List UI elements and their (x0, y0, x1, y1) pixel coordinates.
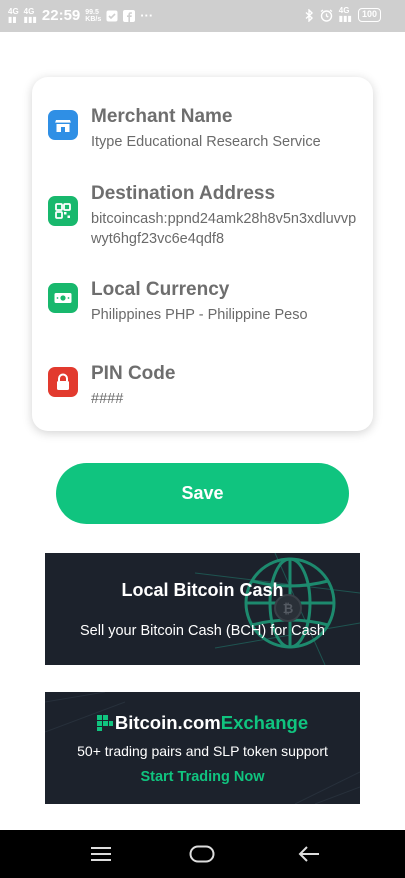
pin-code-value: #### (91, 391, 124, 407)
speed-value: 99.5 (85, 8, 99, 16)
bluetooth-icon (305, 8, 313, 22)
signal-2-icon: 4G ▮▮▮ (23, 6, 37, 24)
qr-code-icon (48, 196, 78, 226)
destination-address-value: bitcoincash:ppnd24amk28h8v5n3xdluvvpwyt6… (91, 211, 357, 247)
pin-code-title: PIN Code (91, 363, 176, 384)
signal-right-icon: 4G ▮▮▮ (338, 6, 352, 23)
money-icon (48, 283, 78, 313)
facebook-icon (123, 9, 136, 22)
exchange-subtitle: 50+ trading pairs and SLP token support (77, 743, 328, 759)
globe-bitcoin-icon: ₿ (194, 553, 360, 665)
bitcoin-com-exchange-banner[interactable]: Bitcoin.comExchange 50+ trading pairs an… (45, 692, 360, 804)
home-icon (189, 845, 215, 863)
clock: 22:59 (41, 7, 81, 24)
network-2-label: 4G (23, 6, 35, 16)
home-button[interactable] (172, 830, 232, 878)
signal-1-icon: 4G ▮▮ (8, 6, 19, 24)
back-button[interactable] (279, 830, 339, 878)
back-arrow-icon (298, 846, 319, 862)
menu-button[interactable] (71, 830, 131, 878)
network-right-label: 4G (338, 6, 350, 15)
exchange-brand: Bitcoin.com (114, 712, 221, 733)
local-currency-title: Local Currency (91, 279, 230, 300)
destination-address-title: Destination Address (91, 183, 276, 204)
battery-icon: 100 (357, 8, 381, 22)
store-icon (48, 110, 78, 140)
check-notification-icon (106, 10, 118, 21)
exchange-brand-accent: Exchange (220, 712, 309, 733)
local-bitcoin-cash-banner[interactable]: ₿ Local Bitcoin Cash Sell your Bitcoin C… (45, 553, 360, 665)
local-bitcoin-cash-subtitle: Sell your Bitcoin Cash (BCH) for Cash (80, 623, 325, 639)
menu-icon (91, 847, 111, 861)
more-notifications-icon: ··· (140, 8, 154, 23)
navigation-bar (0, 830, 405, 878)
exchange-logo-icon (96, 715, 113, 731)
lock-icon (48, 367, 78, 397)
merchant-settings-card: Merchant Name Itype Educational Research… (32, 77, 373, 431)
alarm-icon (320, 8, 333, 22)
network-1-label: 4G (8, 6, 19, 16)
network-speed: 99.5 KB/s (85, 9, 101, 23)
svg-text:₿: ₿ (283, 602, 294, 617)
save-button[interactable]: Save (56, 463, 349, 524)
merchant-name-value: Itype Educational Research Service (91, 134, 321, 150)
merchant-name-title: Merchant Name (91, 106, 233, 127)
speed-unit: KB/s (85, 15, 102, 23)
status-bar: 4G ▮▮ 4G ▮▮▮ 22:59 99.5 KB/s ··· 4G ▮▮▮ 100 (0, 0, 405, 32)
bitcoin-com-exchange-logo: Bitcoin.comExchange (45, 712, 360, 734)
start-trading-link[interactable]: Start Trading Now (45, 769, 360, 785)
local-currency-value: Philippines PHP - Philippine Peso (91, 307, 308, 323)
local-bitcoin-cash-title: Local Bitcoin Cash (121, 580, 284, 600)
